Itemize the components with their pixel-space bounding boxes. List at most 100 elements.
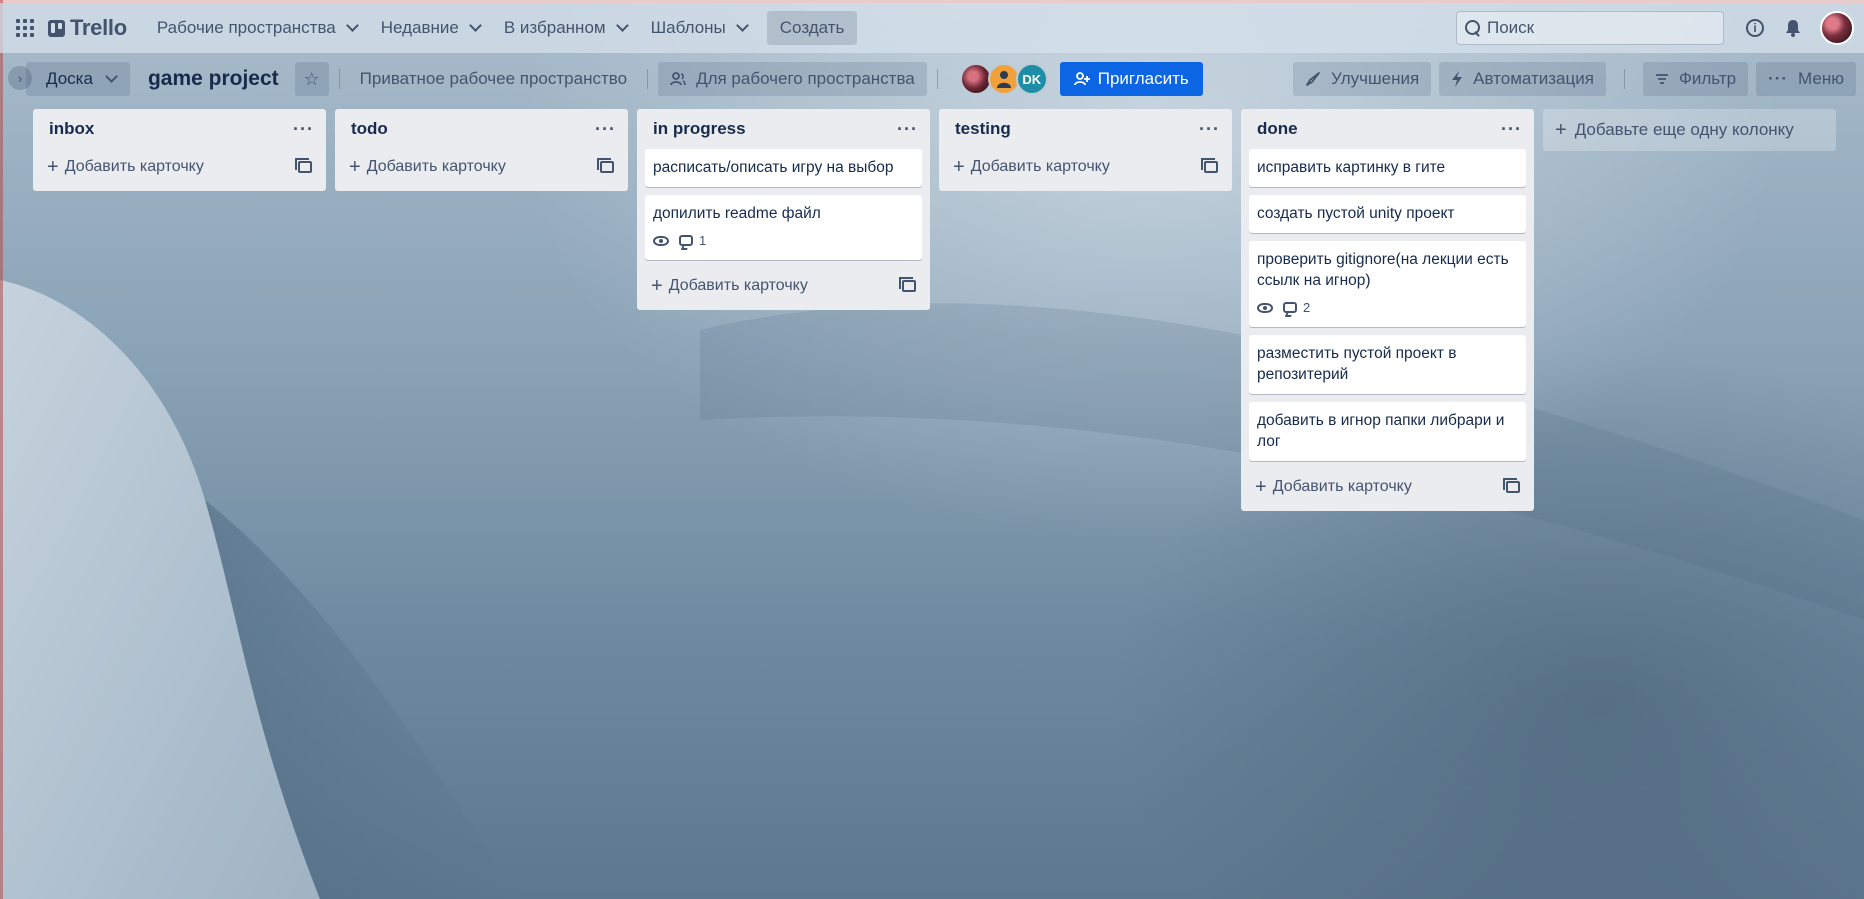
card-template-icon[interactable] [1503, 478, 1520, 493]
trello-logo[interactable]: Trello [48, 15, 127, 41]
comment-icon [1283, 302, 1297, 313]
add-card-row: + Добавить карточку [41, 149, 318, 185]
more-icon[interactable]: ··· [897, 119, 918, 140]
list-title[interactable]: testing [955, 119, 1011, 139]
list-inbox: inbox ··· + Добавить карточку [33, 109, 326, 191]
invite-label: Пригласить [1097, 69, 1189, 88]
filter-icon [1655, 74, 1668, 84]
account-avatar[interactable] [1820, 11, 1854, 45]
list-done: done ··· исправить картинку в гите созда… [1241, 109, 1534, 511]
nav-workspaces[interactable]: Рабочие пространства [145, 11, 369, 45]
add-card-button[interactable]: + Добавить карточку [349, 157, 506, 177]
more-icon[interactable]: ··· [293, 119, 314, 140]
add-list-label: Добавьте еще одну колонку [1574, 120, 1794, 139]
card[interactable]: добавить в игнор папки либрари и лог [1249, 402, 1526, 461]
window-left-edge [0, 0, 3, 899]
card-title: проверить gitignore(на лекции есть ссылк… [1257, 251, 1509, 289]
add-card-label: Добавить карточку [668, 277, 808, 294]
card-template-icon[interactable] [597, 158, 614, 173]
automation-button[interactable]: Автоматизация [1439, 62, 1606, 96]
card-title: расписать/описать игру на выбор [653, 159, 894, 176]
card[interactable]: расписать/описать игру на выбор [645, 149, 922, 187]
divider [647, 69, 649, 89]
card[interactable]: проверить gitignore(на лекции есть ссылк… [1249, 241, 1526, 327]
member-avatar[interactable] [959, 63, 992, 95]
add-card-label: Добавить карточку [64, 158, 204, 175]
card-title: допилить readme файл [653, 205, 821, 222]
list-title[interactable]: inbox [49, 119, 94, 139]
add-card-button[interactable]: + Добавить карточку [953, 157, 1110, 177]
app-switcher-icon[interactable] [14, 17, 36, 39]
nav-recent[interactable]: Недавние [369, 11, 492, 45]
search-input[interactable] [1487, 18, 1707, 38]
more-icon[interactable]: ··· [1199, 119, 1220, 140]
board-title[interactable]: game project [148, 67, 279, 91]
visibility-button[interactable]: Приватное рабочее пространство [350, 62, 637, 96]
bell-icon [1786, 20, 1800, 37]
more-icon[interactable]: ··· [1501, 119, 1522, 140]
list-title[interactable]: in progress [653, 119, 746, 139]
nav-starred[interactable]: В избранном [492, 11, 639, 45]
people-icon [670, 72, 686, 86]
card-template-icon[interactable] [1201, 158, 1218, 173]
menu-label: Меню [1798, 69, 1844, 88]
list-title[interactable]: todo [351, 119, 388, 139]
card-title: добавить в игнор папки либрари и лог [1257, 412, 1505, 450]
add-card-button[interactable]: + Добавить карточку [1255, 477, 1412, 497]
card[interactable]: исправить картинку в гите [1249, 149, 1526, 187]
automation-label: Автоматизация [1473, 69, 1594, 88]
logo-text: Trello [70, 15, 127, 40]
list-header[interactable]: todo ··· [343, 109, 620, 149]
list-header[interactable]: in progress ··· [645, 109, 922, 149]
card[interactable]: разместить пустой проект в репозитерий [1249, 335, 1526, 394]
invite-button[interactable]: Пригласить [1059, 62, 1203, 96]
card-title: разместить пустой проект в репозитерий [1257, 345, 1457, 383]
list-title[interactable]: done [1257, 119, 1298, 139]
board-header: › Доска game project ☆ Приватное рабочее… [0, 58, 1864, 100]
add-card-button[interactable]: + Добавить карточку [651, 276, 808, 296]
chevron-down-icon [468, 19, 482, 32]
filter-label: Фильтр [1678, 69, 1737, 88]
comment-count: 1 [699, 233, 707, 248]
card[interactable]: допилить readme файл 1 [645, 195, 922, 260]
comments-badge: 1 [679, 230, 706, 251]
add-card-label: Добавить карточку [1272, 478, 1412, 495]
board-view-switcher[interactable]: Доска [26, 62, 130, 96]
card-template-icon[interactable] [899, 277, 916, 292]
nav-templates[interactable]: Шаблоны [639, 11, 759, 45]
nav-templates-label: Шаблоны [650, 18, 726, 37]
list-header[interactable]: inbox ··· [41, 109, 318, 149]
search-box[interactable] [1456, 11, 1724, 45]
comment-count: 2 [1303, 300, 1311, 315]
card-template-icon[interactable] [295, 158, 312, 173]
plus-icon: + [651, 275, 663, 297]
powerups-button[interactable]: Улучшения [1293, 62, 1432, 96]
add-card-row: + Добавить карточку [645, 268, 922, 304]
create-button[interactable]: Создать [766, 11, 858, 45]
powerups-label: Улучшения [1331, 69, 1420, 88]
card[interactable]: создать пустой unity проект [1249, 195, 1526, 233]
workspace-visible-button[interactable]: Для рабочего пространства [658, 62, 927, 96]
list-header[interactable]: testing ··· [947, 109, 1224, 149]
list-header[interactable]: done ··· [1249, 109, 1526, 149]
member-avatar[interactable] [987, 63, 1020, 95]
more-icon[interactable]: ··· [595, 119, 616, 140]
info-button[interactable]: i [1738, 11, 1772, 45]
plus-icon: + [1555, 119, 1567, 141]
lightning-icon [1452, 71, 1463, 87]
plus-icon: + [953, 156, 965, 178]
add-card-button[interactable]: + Добавить карточку [47, 157, 204, 177]
member-avatar[interactable]: DK [1015, 63, 1048, 95]
nav-recent-label: Недавние [380, 18, 459, 37]
menu-button[interactable]: ··· Меню [1756, 62, 1856, 96]
chevron-down-icon [105, 70, 118, 83]
plus-icon: + [47, 156, 59, 178]
board-members: DK [959, 63, 1048, 95]
star-icon[interactable]: ☆ [294, 62, 329, 96]
more-icon: ··· [1768, 69, 1789, 88]
sidebar-expand-icon[interactable]: › [8, 66, 32, 90]
notifications-button[interactable] [1776, 11, 1810, 45]
add-list-button[interactable]: + Добавьте еще одну колонку [1543, 109, 1836, 151]
filter-button[interactable]: Фильтр [1642, 62, 1749, 96]
nav-starred-label: В избранном [503, 18, 606, 37]
